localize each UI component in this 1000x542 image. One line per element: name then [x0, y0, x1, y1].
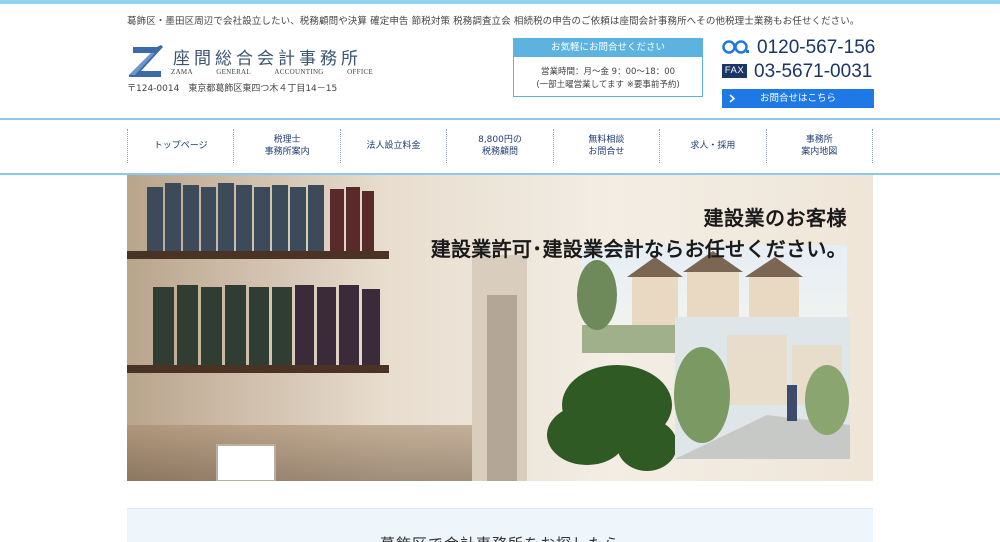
- hero-banner: 建設業のお客様 建設業許可･建設業会計ならお任せください。: [127, 175, 873, 481]
- nav-label: 法人設立料金: [366, 141, 421, 151]
- fax-number: 03-5671-0031: [754, 61, 873, 82]
- site-logo[interactable]: 座間総合会計事務所 ZAMA GENERAL ACCOUNTING OFFICE: [127, 45, 387, 85]
- top-accent-strip: [0, 0, 1000, 4]
- office-address: 〒124-0014 東京都葛飾区東四つ木４丁目14－15: [127, 84, 338, 94]
- logo-title: 座間総合会計事務所: [173, 49, 362, 69]
- nav-top-page[interactable]: トップページ: [128, 129, 235, 163]
- nav-map[interactable]: 事務所 案内地図: [767, 129, 873, 163]
- business-hours-note: (一部土曜営業してます ※要事前予約): [536, 80, 680, 90]
- hero-line-1: 建設業のお客様: [703, 206, 847, 230]
- hero-headline: 建設業のお客様 建設業許可･建設業会計ならお任せください。: [431, 202, 847, 262]
- contact-box-heading: お気軽にお問合せください: [514, 39, 702, 57]
- global-nav: トップページ 税理士 事務所案内 法人設立料金 8,800円の 税務顧問 無料相…: [127, 129, 873, 163]
- nav-label: 無料相談 お問合せ: [588, 135, 625, 157]
- nav-label: トップページ: [153, 141, 208, 151]
- header-tagline: 葛飾区・墨田区周辺で会社設立したい、税務顧問や決算 確定申告 節税対策 税務調査…: [127, 16, 860, 27]
- logo-sub-word: ACCOUNTING: [274, 68, 324, 76]
- nav-label: 事務所 案内地図: [801, 135, 838, 157]
- freedial-icon: [722, 40, 749, 54]
- fax-row: FAX 03-5671-0031: [722, 61, 874, 83]
- nav-free-consult[interactable]: 無料相談 お問合せ: [554, 129, 661, 163]
- nav-incorporation-fee[interactable]: 法人設立料金: [341, 129, 448, 163]
- logo-sub-word: OFFICE: [347, 68, 373, 76]
- fax-icon: FAX: [722, 64, 747, 78]
- hero-line-2: 建設業許可･建設業会計ならお任せください。: [430, 237, 847, 261]
- nav-label: 求人・採用: [690, 141, 736, 151]
- intro-section: 葛飾区で会計事務所をお探したら: [127, 508, 873, 542]
- contact-info-box: お気軽にお問合せください 営業時間：月〜金 9：00〜18：00 (一部土曜営業…: [513, 38, 703, 97]
- nav-label: 税理士 事務所案内: [264, 135, 310, 157]
- inquiry-button-label: お問合せはこちら: [759, 93, 836, 104]
- nav-recruit[interactable]: 求人・採用: [660, 129, 767, 163]
- logo-z-icon: [129, 45, 163, 77]
- nav-advisory[interactable]: 8,800円の 税務顧問: [447, 129, 554, 163]
- logo-sub-word: ZAMA: [171, 68, 193, 76]
- nav-label: 8,800円の 税務顧問: [478, 135, 522, 157]
- intro-heading: 葛飾区で会計事務所をお探したら: [127, 533, 873, 542]
- logo-subtitle: ZAMA GENERAL ACCOUNTING OFFICE: [171, 68, 373, 76]
- nav-tax-office[interactable]: 税理士 事務所案内: [234, 129, 341, 163]
- chevron-right-icon: [729, 94, 736, 103]
- logo-sub-word: GENERAL: [216, 68, 251, 76]
- tel-row[interactable]: 0120-567-156: [722, 37, 875, 59]
- inquiry-button[interactable]: お問合せはこちら: [722, 89, 874, 108]
- tel-number[interactable]: 0120-567-156: [757, 37, 875, 59]
- business-hours: 営業時間：月〜金 9：00〜18：00: [540, 67, 676, 77]
- nav-top-border: [0, 118, 1000, 120]
